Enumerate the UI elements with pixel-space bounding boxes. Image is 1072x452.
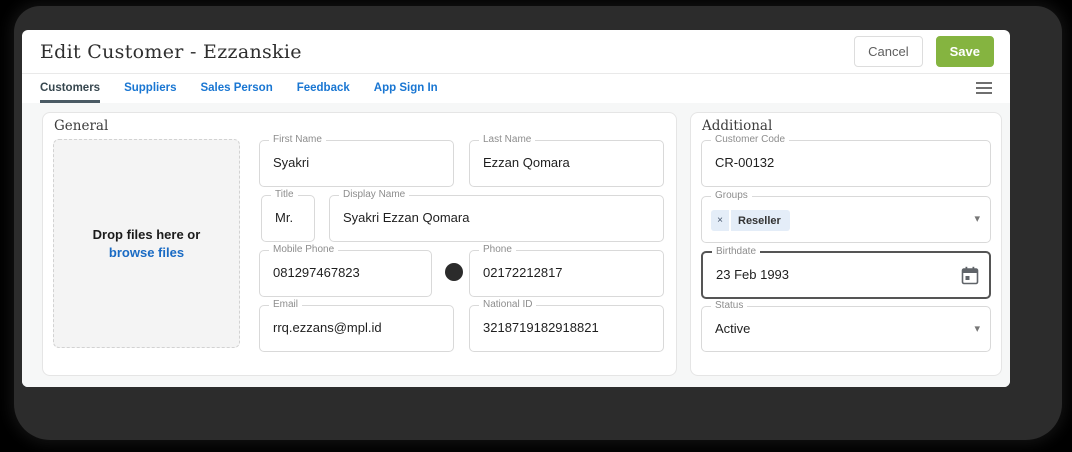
tab-sales-person[interactable]: Sales Person <box>200 74 272 103</box>
tab-suppliers[interactable]: Suppliers <box>124 74 176 103</box>
last-name-field[interactable]: Last Name Ezzan Qomara <box>469 134 664 187</box>
general-panel: General Drop files here or browse files … <box>42 112 677 376</box>
phone-field[interactable]: Phone 02172212817 <box>469 244 664 297</box>
customer-code-field[interactable]: Customer Code CR-00132 <box>701 134 991 187</box>
dropzone-text: Drop files here or <box>92 227 201 242</box>
phone-label: Phone <box>479 244 516 255</box>
status-label: Status <box>711 300 748 311</box>
first-name-label: First Name <box>269 134 326 145</box>
display-name-label: Display Name <box>339 189 410 200</box>
calendar-icon[interactable] <box>961 266 979 285</box>
display-name-value: Syakri Ezzan Qomara <box>343 210 470 225</box>
edit-customer-window: Edit Customer - Ezzanskie Cancel Save Cu… <box>22 30 1010 387</box>
tab-bar: Customers Suppliers Sales Person Feedbac… <box>22 74 1010 103</box>
first-name-value: Syakri <box>273 155 310 170</box>
title-value: Mr. <box>275 210 294 225</box>
chevron-down-icon[interactable]: ▾ <box>974 212 980 225</box>
status-select[interactable]: Status Active ▾ <box>701 300 991 352</box>
chip-remove-icon[interactable]: × <box>711 210 731 231</box>
mobile-phone-label: Mobile Phone <box>269 244 339 255</box>
screenshot-stage: Edit Customer - Ezzanskie Cancel Save Cu… <box>0 0 1072 452</box>
groups-select[interactable]: Groups × Reseller ▾ <box>701 190 991 243</box>
general-section-title: General <box>54 118 109 134</box>
tab-customers[interactable]: Customers <box>40 74 101 103</box>
tab-feedback[interactable]: Feedback <box>297 74 350 103</box>
file-dropzone[interactable]: Drop files here or browse files <box>53 139 240 348</box>
national-id-field[interactable]: National ID 3218719182918821 <box>469 299 664 352</box>
cancel-button[interactable]: Cancel <box>854 36 923 67</box>
form-body: General Drop files here or browse files … <box>22 103 1010 387</box>
groups-label: Groups <box>711 190 752 201</box>
national-id-value: 3218719182918821 <box>483 320 599 335</box>
chevron-down-icon[interactable]: ▾ <box>974 322 980 335</box>
additional-section-title: Additional <box>702 118 773 134</box>
status-value: Active <box>715 321 751 336</box>
mobile-phone-value: 081297467823 <box>273 265 360 280</box>
birthdate-label: Birthdate <box>712 246 761 257</box>
phone-value: 02172212817 <box>483 265 563 280</box>
customer-code-label: Customer Code <box>711 134 790 145</box>
email-value: rrq.ezzans@mpl.id <box>273 320 382 335</box>
first-name-field[interactable]: First Name Syakri <box>259 134 454 187</box>
tab-app-sign-in[interactable]: App Sign In <box>374 74 438 103</box>
display-name-field[interactable]: Display Name Syakri Ezzan Qomara <box>329 189 664 242</box>
title-field[interactable]: Title Mr. <box>261 189 315 242</box>
page-title: Edit Customer - Ezzanskie <box>40 40 302 63</box>
last-name-label: Last Name <box>479 134 536 145</box>
birthdate-value: 23 Feb 1993 <box>716 267 790 282</box>
save-button[interactable]: Save <box>935 36 994 67</box>
header-actions: Cancel Save <box>854 36 994 67</box>
group-chip-reseller: × Reseller <box>711 210 790 231</box>
window-header: Edit Customer - Ezzanskie Cancel Save <box>22 30 1010 74</box>
title-label: Title <box>271 189 298 200</box>
national-id-label: National ID <box>479 299 537 310</box>
birthdate-field[interactable]: Birthdate 23 Feb 1993 <box>701 246 991 299</box>
hamburger-menu-icon[interactable] <box>976 82 992 94</box>
email-label: Email <box>269 299 303 310</box>
email-field[interactable]: Email rrq.ezzans@mpl.id <box>259 299 454 352</box>
last-name-value: Ezzan Qomara <box>483 155 570 170</box>
browse-files-link[interactable]: browse files <box>109 245 184 260</box>
customer-code-value: CR-00132 <box>715 155 775 170</box>
additional-panel: Additional Customer Code CR-00132 Groups… <box>690 112 1002 376</box>
chip-label: Reseller <box>738 214 781 227</box>
mobile-phone-field[interactable]: Mobile Phone 081297467823 <box>259 244 432 297</box>
mobile-phone-badge-icon[interactable] <box>445 263 463 281</box>
